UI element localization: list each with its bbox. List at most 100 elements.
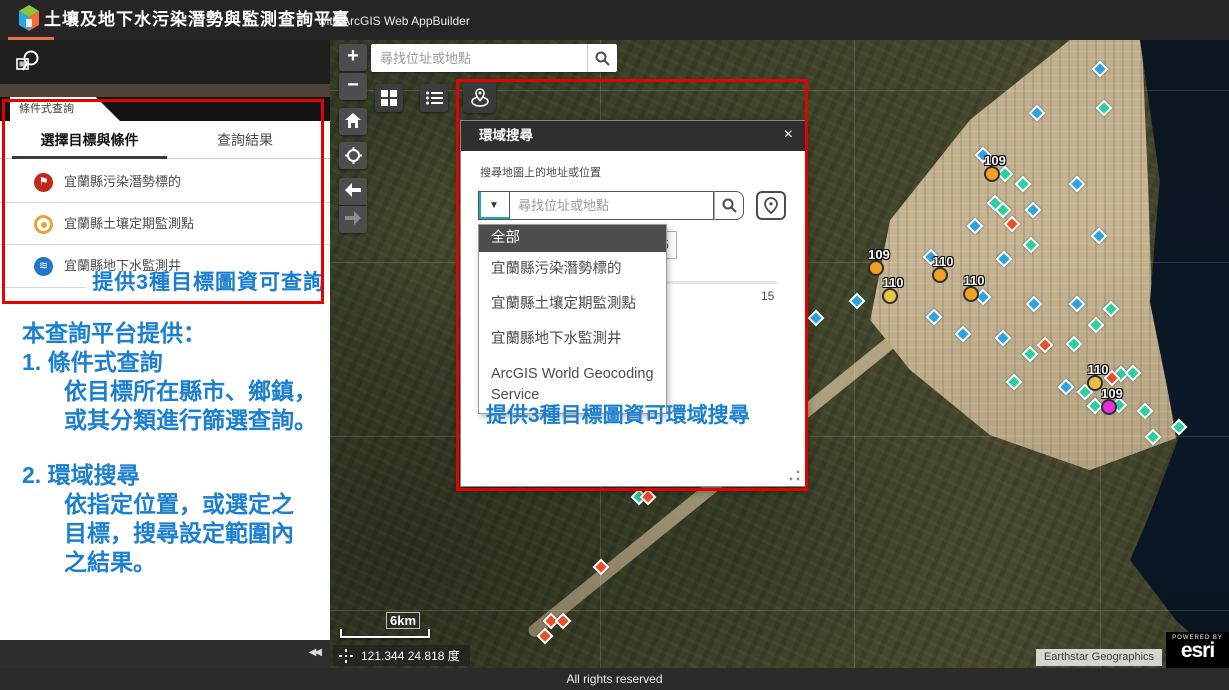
map-pin-icon — [470, 87, 490, 107]
description-line: 依目標所在縣市、鄉鎮， — [22, 377, 324, 406]
dialog-address-input[interactable] — [510, 191, 714, 220]
dialog-title: 環域搜尋 — [479, 121, 533, 151]
search-icon — [595, 51, 610, 66]
source-dropdown-list: 全部宜蘭縣污染潛勢標的宜蘭縣土壤定期監測點宜蘭縣地下水監測井ArcGIS Wor… — [478, 224, 667, 414]
basemap-gallery-button[interactable] — [375, 84, 403, 112]
marker-year-label: 110 — [933, 254, 954, 269]
esri-brand: esri — [1166, 641, 1229, 661]
graticule-line — [330, 610, 1229, 611]
arrow-right-icon — [345, 211, 361, 225]
dropdown-item[interactable]: 全部 — [479, 225, 666, 252]
map-marker-circle[interactable] — [963, 286, 979, 302]
description-line: 或其分類進行篩選查詢。 — [22, 406, 324, 435]
footer-text: All rights reserved — [566, 672, 662, 686]
near-me-widget-button[interactable] — [463, 81, 496, 113]
location-pin-icon — [764, 197, 778, 214]
platform-description: 本查詢平台提供：1. 條件式查詢依目標所在縣市、鄉鎮，或其分類進行篩選查詢。 2.… — [22, 319, 324, 577]
dialog-search-label: 搜尋地圖上的地址或位置 — [480, 164, 601, 180]
description-line: 1. 條件式查詢 — [22, 348, 324, 377]
marker-year-label: 109 — [984, 153, 1006, 168]
near-me-dialog: 環域搜尋 × 搜尋地圖上的地址或位置 5 15 ▼ 全部宜蘭縣污染潛勢標的宜蘭縣… — [460, 120, 806, 487]
page-title: 土壤及地下水污染潛勢與監測查詢平臺 — [44, 0, 350, 40]
marker-year-label: 110 — [964, 273, 985, 288]
marker-year-label: 110 — [1088, 362, 1109, 377]
source-dropdown-button[interactable]: ▼ — [478, 191, 510, 220]
crosshair-icon[interactable] — [339, 649, 353, 663]
chevron-down-icon: ▼ — [489, 200, 499, 211]
app-header: 土壤及地下水污染潛勢與監測查詢平臺 with ArcGIS Web AppBui… — [0, 0, 1229, 40]
tab-conditional-query[interactable]: 條件式查詢 — [10, 97, 120, 121]
panel-tab-strip: 條件式查詢 — [0, 97, 330, 121]
arrow-left-icon — [345, 183, 361, 197]
close-icon[interactable]: × — [784, 121, 793, 149]
graticule-line — [1100, 40, 1101, 668]
description-line: 目標，搜尋設定範圍內 — [22, 519, 324, 548]
description-line: 之結果。 — [22, 548, 324, 577]
previous-extent-button[interactable] — [339, 178, 367, 205]
description-line — [22, 435, 324, 461]
map-marker-circle[interactable] — [882, 288, 898, 304]
dropdown-item[interactable]: 宜蘭縣污染潛勢標的 — [479, 252, 666, 287]
map-search-button[interactable] — [587, 44, 617, 72]
app-root: 109109110110110110109 + − 6km 121.344 24… — [0, 0, 1229, 690]
target-label: 宜蘭縣污染潛勢標的 — [64, 161, 181, 203]
marker-year-label: 109 — [1101, 386, 1123, 401]
map-marker-circle[interactable] — [984, 166, 1000, 182]
target-row-soil[interactable]: 宜蘭縣土壤定期監測點 — [0, 203, 330, 245]
slider-max-label: 15 — [761, 289, 774, 303]
esri-logo: POWERED BY esri — [1166, 632, 1229, 668]
tab-select-target[interactable]: 選擇目標與條件 — [12, 125, 167, 159]
description-line: 本查詢平台提供： — [22, 319, 324, 348]
next-extent-button[interactable] — [339, 206, 367, 233]
map-attribution: Earthstar Geographics — [1036, 649, 1162, 666]
annotation-near-me: 提供3種目標圖資可環域搜尋 — [486, 399, 750, 429]
app-logo-icon — [12, 3, 46, 35]
map-search-box — [371, 44, 617, 72]
dropdown-item[interactable]: 宜蘭縣土壤定期監測點 — [479, 287, 666, 322]
page-subtitle: with ArcGIS Web AppBuilder — [318, 0, 470, 40]
zoom-in-button[interactable]: + — [339, 44, 367, 71]
coordinate-widget: 121.344 24.818 度 — [333, 645, 470, 666]
tab-query-results[interactable]: 查詢結果 — [180, 125, 310, 159]
divider — [0, 287, 86, 288]
dialog-search-button[interactable] — [714, 191, 744, 220]
panel-accent-bar — [0, 84, 330, 97]
locate-button[interactable] — [339, 142, 367, 169]
home-button[interactable] — [339, 108, 367, 135]
zoom-out-button[interactable]: − — [339, 73, 367, 100]
description-line: 2. 環域搜尋 — [22, 461, 324, 490]
left-toolbar — [0, 40, 330, 84]
conditional-query-panel: 條件式查詢 選擇目標與條件 查詢結果 ⚑ 宜蘭縣污染潛勢標的 宜蘭縣土壤定期監測… — [0, 97, 330, 640]
map-marker-circle[interactable] — [932, 267, 948, 283]
target-label: 宜蘭縣土壤定期監測點 — [64, 203, 194, 245]
query-widget-icon[interactable] — [15, 49, 43, 75]
target-row-pollution[interactable]: ⚑ 宜蘭縣污染潛勢標的 — [0, 161, 330, 203]
map-marker-circle[interactable] — [1101, 399, 1117, 415]
pick-location-button[interactable] — [756, 191, 786, 220]
list-icon — [426, 91, 443, 105]
home-icon — [345, 113, 361, 128]
description-line: 依指定位置，或選定之 — [22, 490, 324, 519]
dialog-header[interactable]: 環域搜尋 × — [461, 121, 805, 151]
scale-bar-label: 6km — [386, 612, 420, 629]
collapse-panel-button[interactable]: ◀◀ — [309, 647, 320, 658]
grid-icon — [381, 90, 397, 106]
well-marker-icon: ≋ — [34, 257, 53, 276]
map-search-input[interactable] — [371, 44, 587, 72]
search-icon — [722, 198, 737, 213]
flag-marker-icon: ⚑ — [34, 173, 53, 192]
footer: All rights reserved — [0, 668, 1229, 690]
map-marker-circle[interactable] — [868, 260, 884, 276]
ring-marker-icon — [34, 215, 53, 234]
coordinate-readout: 121.344 24.818 度 — [361, 647, 460, 664]
panel-collapse-bar: ◀◀ — [0, 640, 330, 668]
annotation-target-layers: 提供3種目標圖資可查詢 — [92, 266, 325, 296]
marker-year-label: 110 — [883, 275, 904, 290]
dialog-resize-handle[interactable] — [789, 470, 800, 481]
dropdown-item[interactable]: 宜蘭縣地下水監測井 — [479, 322, 666, 357]
graticule-line — [854, 40, 855, 668]
panel-tabs: 選擇目標與條件 查詢結果 — [0, 125, 330, 159]
legend-button[interactable] — [420, 84, 448, 112]
scale-bar — [340, 629, 430, 638]
locate-icon — [345, 147, 362, 164]
